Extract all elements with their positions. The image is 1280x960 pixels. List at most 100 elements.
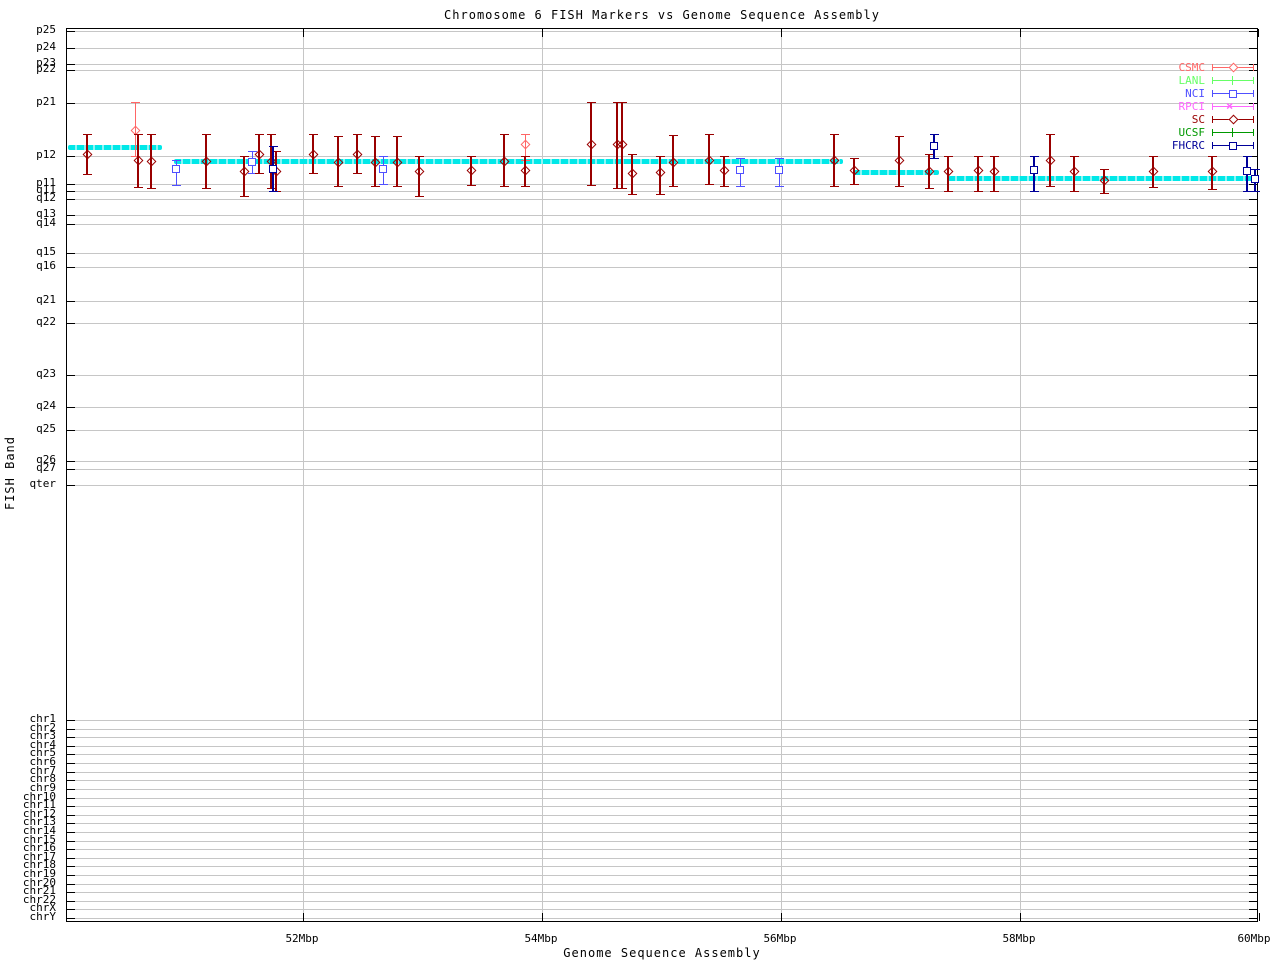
sc-error-cap [974, 191, 984, 192]
legend-sample-cap [1253, 142, 1254, 149]
band-gridline [67, 375, 1257, 376]
sc-error-cap [586, 102, 596, 103]
sc-legend-marker [1228, 114, 1239, 125]
y-tick-mark [1249, 798, 1257, 799]
y-tick-mark [67, 875, 75, 876]
sc-error-cap [1208, 156, 1218, 157]
legend-item-lanl: LANL [1178, 74, 1254, 87]
y-tick-mark [67, 48, 75, 49]
legend-item-ucsf: UCSF [1179, 126, 1254, 139]
band-gridline [67, 301, 1257, 302]
band-gridline [67, 901, 1257, 902]
sc-error-cap [974, 156, 984, 157]
sc-error-cap [944, 191, 954, 192]
y-tick-mark [67, 746, 75, 747]
y-tick-mark [67, 253, 75, 254]
y-tick-mark [1249, 841, 1257, 842]
band-gridline [67, 461, 1257, 462]
legend-sample [1212, 74, 1254, 87]
chart-title: Chromosome 6 FISH Markers vs Genome Sequ… [444, 8, 880, 22]
nci-marker [774, 166, 783, 174]
y-tick-mark [1249, 832, 1257, 833]
legend-item-sc: SC [1192, 113, 1254, 126]
y-tick-mark [1249, 737, 1257, 738]
x-tick-label: 58Mbp [1002, 932, 1036, 945]
band-gridline [67, 737, 1257, 738]
y-tick-mark [1249, 215, 1257, 216]
sc-error-cap [829, 186, 839, 187]
plot-area: CSMC LANL NCI RPCI × SC UCSF FHCRC [66, 28, 1261, 922]
y-tick-mark [67, 184, 75, 185]
sc-error-cap [370, 186, 380, 187]
legend-sample [1212, 113, 1254, 126]
y-tick-mark [1249, 31, 1257, 32]
y-tick-mark [1249, 375, 1257, 376]
y-tick-label: q25 [36, 422, 56, 435]
band-gridline [67, 866, 1257, 867]
y-tick-mark [1249, 746, 1257, 747]
band-gridline [67, 407, 1257, 408]
legend-item-csmc: CSMC [1179, 61, 1254, 74]
y-tick-label: q23 [36, 367, 56, 380]
legend-sample-cap [1212, 103, 1213, 110]
legend-label: LANL [1178, 74, 1206, 87]
y-tick-label: q24 [36, 399, 56, 412]
y-tick-mark [1249, 48, 1257, 49]
y-tick-mark [1249, 780, 1257, 781]
nci-error-cap [774, 186, 784, 187]
band-gridline [67, 841, 1257, 842]
sc-error-cap [254, 134, 264, 135]
x-tick-label: 56Mbp [763, 932, 797, 945]
sc-error-cap [618, 102, 628, 103]
band-gridline [67, 70, 1257, 71]
y-tick-mark [67, 780, 75, 781]
nci-error-cap [379, 184, 389, 185]
legend-label: NCI [1185, 87, 1205, 100]
legend-sample-cap [1212, 116, 1213, 123]
y-tick-mark [1249, 407, 1257, 408]
sc-error-cap [1148, 187, 1158, 188]
legend-sample-cap [1212, 129, 1213, 136]
sc-error-cap [1148, 156, 1158, 157]
sc-marker [973, 165, 984, 176]
y-tick-label: q15 [36, 245, 56, 258]
y-tick-mark [67, 461, 75, 462]
sc-error-cap [499, 134, 509, 135]
legend-sample-cap [1253, 103, 1254, 110]
sc-marker [146, 156, 157, 167]
y-tick-mark [67, 798, 75, 799]
sc-error-cap [521, 186, 531, 187]
sc-error-cap [147, 188, 157, 189]
band-gridline [67, 184, 1257, 185]
legend-sample-cap [1253, 116, 1254, 123]
y-tick-mark [1249, 806, 1257, 807]
sc-marker [467, 165, 477, 176]
band-gridline [67, 892, 1257, 893]
band-gridline [67, 780, 1257, 781]
y-tick-mark [1249, 253, 1257, 254]
y-tick-mark [67, 156, 75, 157]
sc-marker [82, 149, 93, 160]
x-tick-mark [303, 29, 304, 37]
sc-error-cap [352, 134, 362, 135]
sc-error-cap [627, 154, 637, 155]
band-gridline [67, 858, 1257, 859]
y-tick-mark [1249, 763, 1257, 764]
csmc-legend-marker [1228, 62, 1239, 73]
y-tick-label: p12 [36, 148, 56, 161]
y-tick-mark [67, 215, 75, 216]
band-gridline [67, 772, 1257, 773]
y-tick-label: q27 [36, 461, 56, 474]
y-tick-mark [67, 407, 75, 408]
sc-marker [1148, 166, 1159, 177]
sc-error-cap [669, 135, 679, 136]
sc-error-cap [895, 136, 905, 137]
y-tick-mark [67, 866, 75, 867]
csmc-error-cap [130, 102, 140, 103]
fhcrc-error-cap [929, 134, 939, 135]
y-tick-mark [67, 823, 75, 824]
x-axis-title: Genome Sequence Assembly [563, 946, 761, 960]
sc-error-cap [202, 188, 212, 189]
legend-sample: × [1212, 99, 1254, 113]
y-tick-mark [67, 858, 75, 859]
